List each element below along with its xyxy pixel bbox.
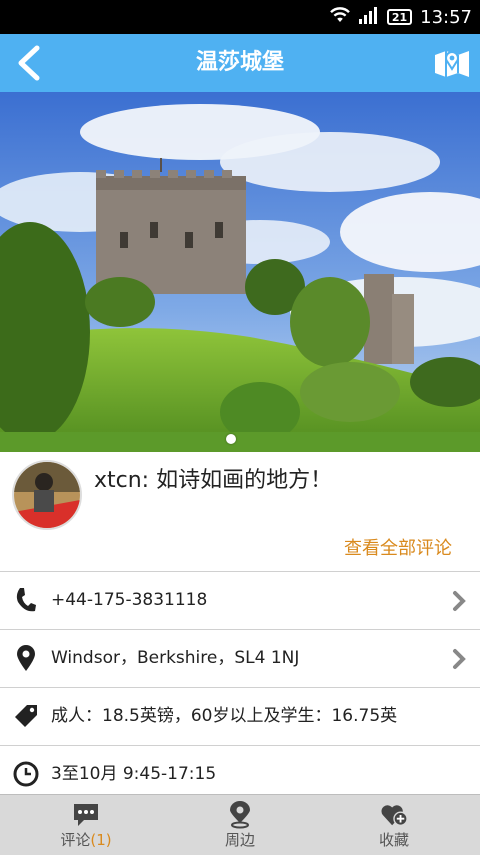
map-icon	[435, 51, 469, 77]
chevron-right-icon	[453, 591, 466, 611]
address-row[interactable]: Windsor，Berkshire，SL4 1NJ	[0, 629, 480, 687]
view-all-reviews-link[interactable]: 查看全部评论	[344, 534, 452, 560]
status-bar: 21 13:57	[0, 0, 480, 34]
page-title: 温莎城堡	[195, 50, 284, 75]
clock-icon	[12, 760, 40, 788]
wifi-icon	[329, 6, 351, 29]
phone-row[interactable]: +44-175-3831118	[0, 571, 480, 629]
map-button[interactable]	[432, 42, 472, 84]
castle-photo[interactable]	[0, 92, 480, 452]
nearby-pin-icon	[226, 801, 254, 829]
tab-reviews[interactable]: 评论(1)	[6, 795, 166, 855]
status-time: 13:57	[420, 6, 472, 28]
review-section: xtcn: 如诗如画的地方！ 查看全部评论	[0, 452, 480, 570]
battery-icon: 21	[386, 9, 413, 25]
carousel-indicator[interactable]	[226, 434, 236, 444]
tab-nearby[interactable]: 周边	[160, 795, 320, 855]
price-text: 成人：18.5英镑，60岁以上及学生：16.75英	[51, 706, 398, 726]
review-text: xtcn: 如诗如画的地方！	[94, 468, 333, 493]
phone-icon	[12, 586, 40, 614]
review-count: (1)	[90, 831, 112, 849]
comment-icon	[72, 801, 100, 829]
tab-favorites-label: 收藏	[378, 831, 409, 849]
price-row: 成人：18.5英镑，60岁以上及学生：16.75英	[0, 687, 480, 745]
chevron-right-icon	[453, 649, 466, 669]
bottom-tab-bar: 评论(1) 周边 收藏	[0, 794, 480, 855]
tab-favorites[interactable]: 收藏	[314, 795, 474, 855]
signal-icon	[358, 6, 379, 29]
tab-nearby-label: 周边	[224, 831, 255, 849]
top-nav-bar: 温莎城堡	[0, 34, 480, 92]
location-pin-icon	[12, 644, 40, 672]
tab-reviews-label: 评论	[60, 831, 91, 849]
avatar	[12, 460, 82, 530]
heart-add-icon	[380, 801, 408, 829]
phone-number: +44-175-3831118	[51, 590, 208, 610]
price-tag-icon	[12, 702, 40, 730]
address-text: Windsor，Berkshire，SL4 1NJ	[51, 648, 300, 668]
